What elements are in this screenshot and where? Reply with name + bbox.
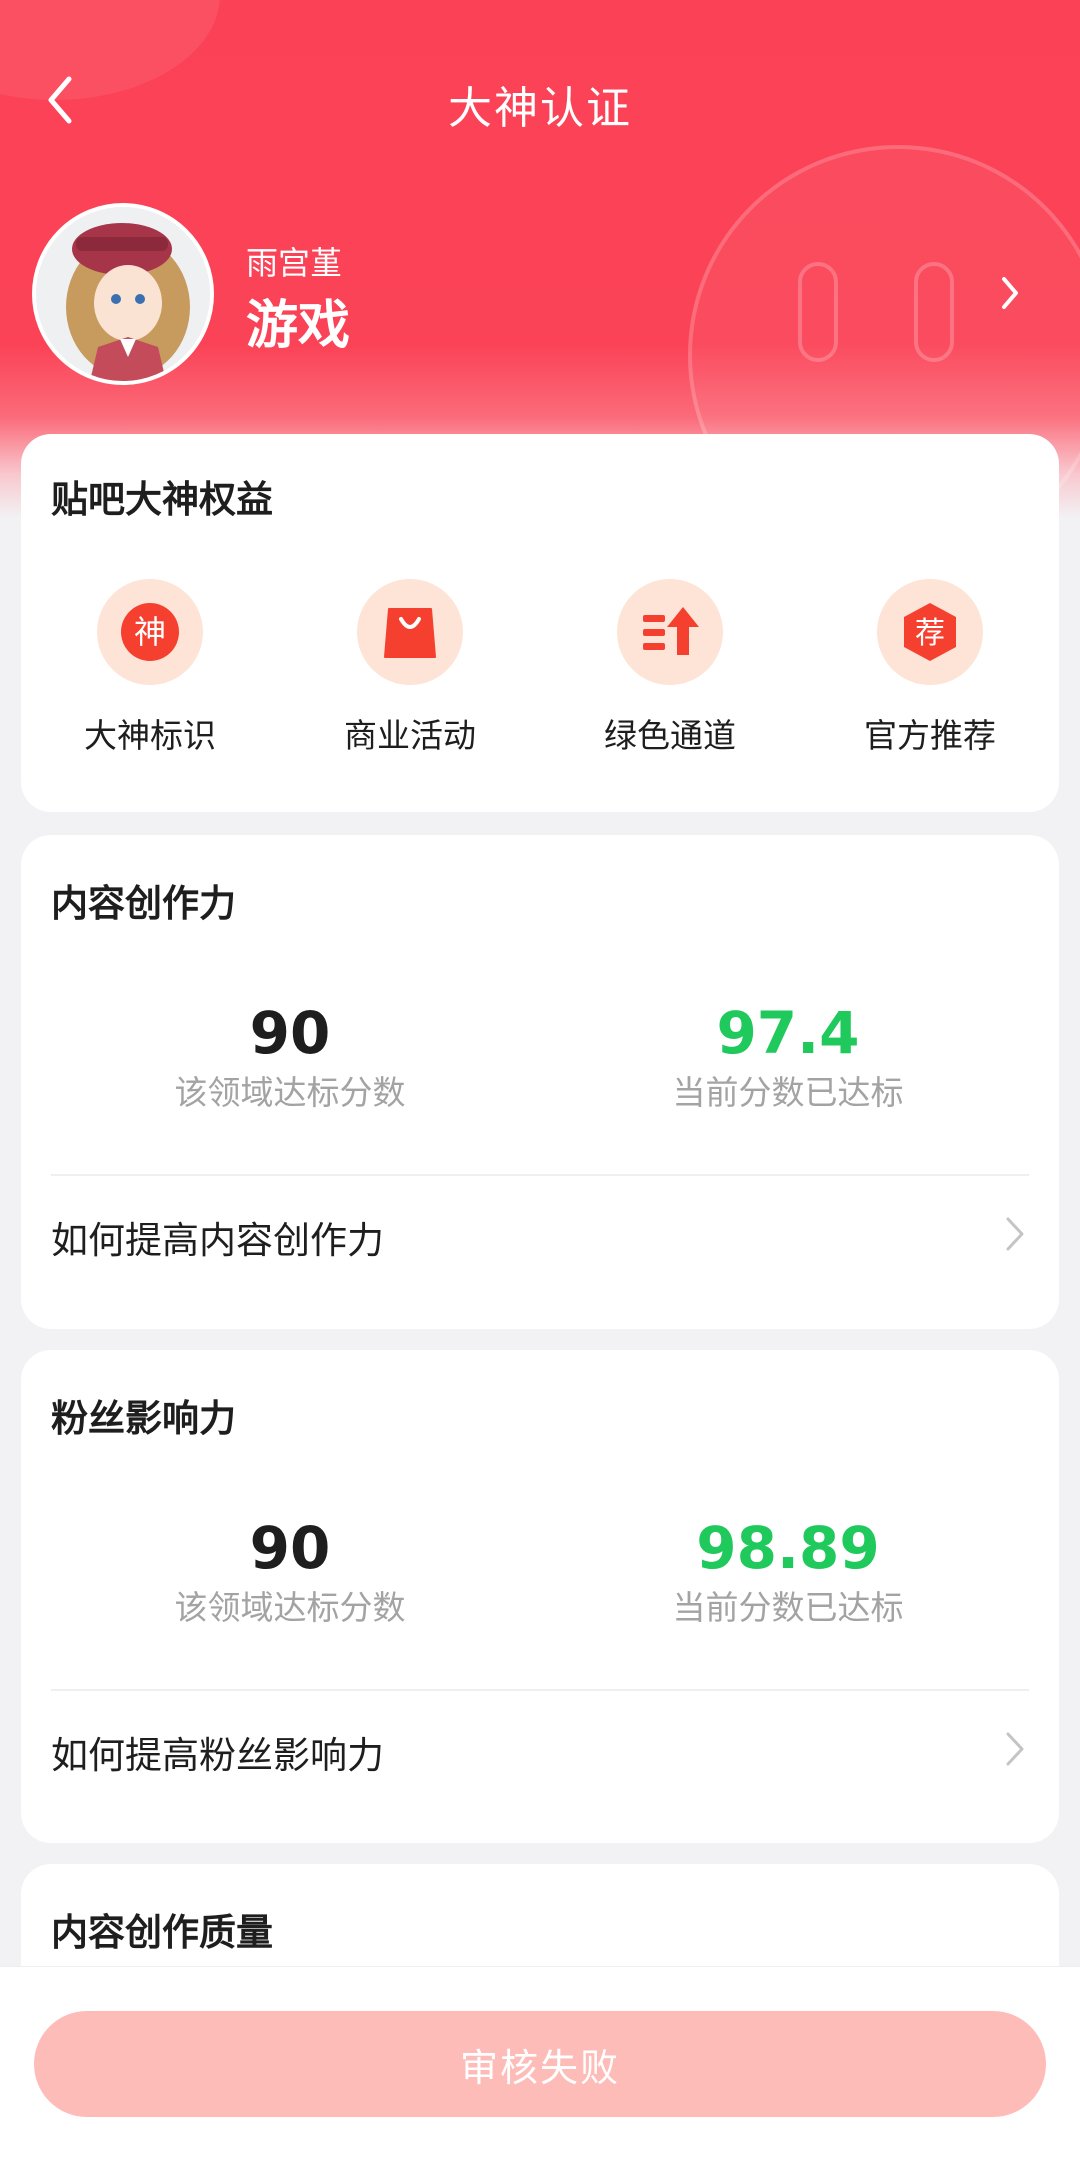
top-bar: 大神认证 — [0, 50, 1080, 150]
benefit-label: 官方推荐 — [864, 716, 996, 755]
decorative-eye — [798, 262, 838, 362]
user-name: 雨宫堇 — [246, 244, 343, 282]
benefit-item-recommend[interactable]: 荐 官方推荐 — [830, 579, 1030, 757]
fans-current-score: 98.89 当前分数已达标 — [588, 1515, 988, 1629]
score-label: 该领域达标分数 — [174, 1588, 406, 1627]
score-value: 90 — [249, 1514, 331, 1582]
user-field: 游戏 — [246, 296, 351, 356]
creation-current-score: 97.4 当前分数已达标 — [588, 1000, 988, 1114]
chevron-right-icon — [1006, 1732, 1024, 1766]
shen-badge-icon: 神 — [121, 603, 179, 661]
quality-title: 内容创作质量 — [51, 1911, 273, 1954]
creation-title: 内容创作力 — [51, 882, 236, 925]
tip-text: 如何提高内容创作力 — [51, 1219, 384, 1262]
creation-card: 内容创作力 90 该领域达标分数 97.4 当前分数已达标 如何提高内容创作力 — [21, 835, 1059, 1329]
benefit-item-green-channel[interactable]: 绿色通道 — [570, 579, 770, 757]
chevron-right-icon — [1002, 277, 1018, 309]
upload-arrow-icon — [643, 607, 699, 655]
creation-tip-row[interactable]: 如何提高内容创作力 — [21, 1176, 1059, 1286]
score-label: 该领域达标分数 — [174, 1073, 406, 1112]
benefit-icon-wrap: 荐 — [877, 579, 983, 685]
fans-tip-row[interactable]: 如何提高粉丝影响力 — [21, 1691, 1059, 1801]
fans-card: 粉丝影响力 90 该领域达标分数 98.89 当前分数已达标 如何提高粉丝影响力 — [21, 1350, 1059, 1843]
benefits-title: 贴吧大神权益 — [51, 478, 273, 521]
svg-text:神: 神 — [134, 613, 166, 651]
shopping-bag-icon — [384, 608, 436, 658]
creation-target-score: 90 该领域达标分数 — [90, 1000, 490, 1114]
review-status-button[interactable]: 审核失败 — [34, 2011, 1046, 2117]
benefit-icon-wrap — [357, 579, 463, 685]
benefit-item-business[interactable]: 商业活动 — [310, 579, 510, 757]
score-label: 当前分数已达标 — [672, 1073, 904, 1112]
decorative-eye — [914, 262, 954, 362]
recommend-badge-icon: 荐 — [904, 603, 956, 661]
score-value: 98.89 — [696, 1514, 880, 1582]
score-label: 当前分数已达标 — [672, 1588, 904, 1627]
fans-title: 粉丝影响力 — [51, 1397, 236, 1440]
benefit-label: 商业活动 — [344, 716, 476, 755]
benefit-label: 大神标识 — [84, 716, 216, 755]
score-value: 97.4 — [716, 999, 860, 1067]
benefit-icon-wrap — [617, 579, 723, 685]
benefits-card: 贴吧大神权益 神 大神标识 商业活动 绿色通道 荐 官方推荐 — [21, 434, 1059, 812]
bottom-bar: 审核失败 — [0, 1966, 1080, 2167]
chevron-right-icon — [1006, 1217, 1024, 1251]
benefit-label: 绿色通道 — [604, 716, 736, 755]
score-value: 90 — [249, 999, 331, 1067]
page-title: 大神认证 — [448, 83, 632, 134]
fans-target-score: 90 该领域达标分数 — [90, 1515, 490, 1629]
profile-detail-button[interactable] — [990, 268, 1030, 318]
tip-text: 如何提高粉丝影响力 — [51, 1734, 384, 1777]
avatar[interactable] — [32, 203, 214, 385]
benefit-icon-wrap: 神 — [97, 579, 203, 685]
avatar-image — [36, 207, 210, 381]
svg-text:荐: 荐 — [915, 616, 945, 651]
benefit-item-badge[interactable]: 神 大神标识 — [50, 579, 250, 757]
